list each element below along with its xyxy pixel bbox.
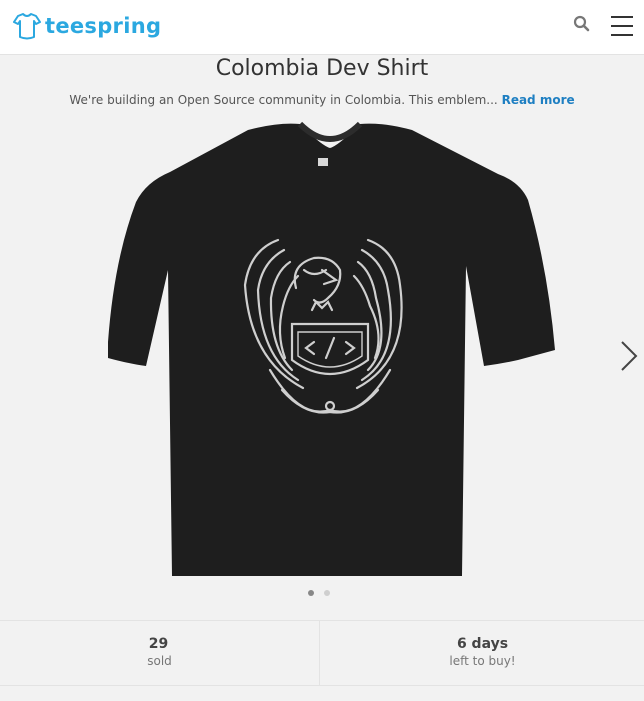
carousel-next-button[interactable]	[618, 338, 642, 374]
search-icon	[573, 15, 590, 32]
brand-logo[interactable]: teespring	[12, 11, 161, 41]
hamburger-menu-icon[interactable]	[611, 16, 633, 36]
brand-name: teespring	[45, 14, 162, 38]
sold-label: sold	[147, 654, 172, 668]
product-image[interactable]	[100, 120, 560, 580]
time-left-value: 6 days	[456, 636, 509, 652]
campaign-stats: 29 sold 6 days left to buy!	[0, 620, 644, 686]
product-description: We're building an Open Source community …	[0, 93, 644, 107]
site-header: teespring	[0, 0, 644, 55]
time-left-stat: 6 days left to buy!	[321, 621, 644, 685]
carousel-dot-2[interactable]	[324, 590, 330, 596]
time-left-label: left to buy!	[449, 654, 516, 668]
carousel-dot-1[interactable]	[308, 590, 314, 596]
sold-stat: 29 sold	[0, 621, 320, 685]
chevron-right-icon	[621, 341, 638, 371]
description-text: We're building an Open Source community …	[69, 93, 498, 107]
search-button[interactable]	[572, 14, 592, 34]
sold-count: 29	[148, 636, 169, 652]
carousel-dots	[308, 590, 330, 598]
read-more-link[interactable]: Read more	[502, 93, 575, 107]
tshirt-eagle-code-emblem	[108, 121, 555, 576]
tshirt-logo-icon	[13, 13, 41, 40]
page-title: Colombia Dev Shirt	[215, 56, 429, 81]
